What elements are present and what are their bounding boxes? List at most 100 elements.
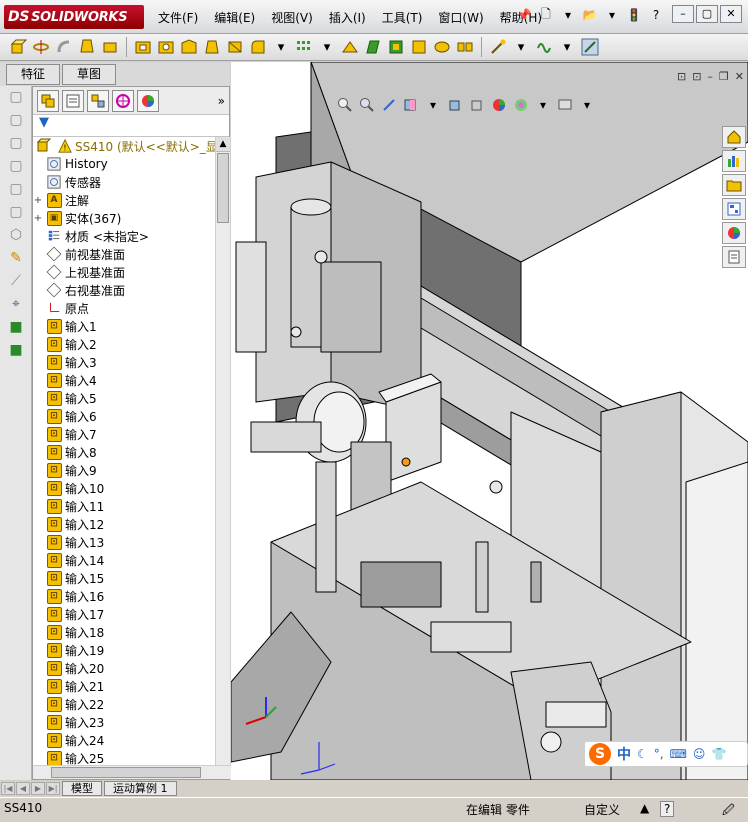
wrap-icon[interactable] (409, 37, 429, 57)
menu-window[interactable]: 窗口(W) (430, 9, 491, 26)
tab-motion-study[interactable]: 运动算例 1 (104, 780, 177, 796)
mirror-icon[interactable] (455, 37, 475, 57)
tree-node-input[interactable]: ⊡ 输入14 (33, 551, 215, 569)
file-explorer-icon[interactable] (722, 174, 746, 196)
dropdown-arrow-icon[interactable]: ▾ (317, 37, 337, 57)
scrollbar-thumb[interactable] (51, 767, 201, 778)
close-button[interactable]: ✕ (720, 5, 742, 23)
tree-node-input[interactable]: ⊡ 输入13 (33, 533, 215, 551)
tree-node[interactable]: + ▣ 实体(367) (33, 209, 215, 227)
tree-root[interactable]: ! SS410 (默认<<默认>_显示 (33, 137, 215, 155)
move-entities-icon[interactable]: ⌖ (5, 296, 27, 316)
display-manager-icon[interactable] (137, 89, 159, 112)
ime-language-toggle[interactable]: 中 (617, 744, 631, 764)
filter-icon[interactable]: ▼ (39, 115, 49, 130)
skin-icon[interactable]: 👕 (711, 747, 726, 761)
tree-node-input[interactable]: ⊡ 输入6 (33, 407, 215, 425)
dropdown-arrow-icon[interactable]: ▾ (271, 37, 291, 57)
previous-view-icon[interactable] (380, 96, 398, 114)
open-folder-icon[interactable]: 📂 (581, 6, 599, 24)
curves-icon[interactable] (534, 37, 554, 57)
tree-node-input[interactable]: ⊡ 输入15 (33, 569, 215, 587)
tile-horizontal-icon[interactable]: ⊡ (677, 70, 686, 83)
dropdown-arrow-icon[interactable]: ▾ (603, 6, 621, 24)
viewport-close-icon[interactable]: ✕ (735, 70, 744, 83)
cube-icon[interactable]: ▢ (5, 181, 27, 201)
tree-node-input[interactable]: ⊡ 输入8 (33, 443, 215, 461)
horizontal-scrollbar[interactable] (33, 765, 231, 779)
insert-part-icon[interactable]: ■ (5, 319, 27, 339)
instant3d-icon[interactable] (580, 37, 600, 57)
dropdown-arrow-icon[interactable]: ▾ (559, 6, 577, 24)
tree-filter[interactable]: ▼ (33, 115, 229, 137)
vertical-scrollbar[interactable]: ▲ (215, 137, 230, 765)
swept-cut-icon[interactable] (179, 37, 199, 57)
cube-icon[interactable]: ▢ (5, 135, 27, 155)
tree-node-input[interactable]: ⊡ 输入16 (33, 587, 215, 605)
tab-features[interactable]: 特征 (6, 64, 60, 85)
shell-icon[interactable] (386, 37, 406, 57)
cube-icon[interactable]: ▢ (5, 158, 27, 178)
edit-sketch-icon[interactable]: ✎ (5, 250, 27, 270)
tree-node[interactable]: 右视基准面 (33, 281, 215, 299)
next-tab-icon[interactable]: ▶ (31, 781, 45, 795)
maximize-button[interactable]: ▢ (696, 5, 718, 23)
tree-node-input[interactable]: ⊡ 输入3 (33, 353, 215, 371)
last-tab-icon[interactable]: ▶| (46, 781, 60, 795)
custom-properties-icon[interactable] (722, 246, 746, 268)
tree-node-input[interactable]: ⊡ 输入17 (33, 605, 215, 623)
tree-node-input[interactable]: ⊡ 输入9 (33, 461, 215, 479)
tree-node-input[interactable]: ⊡ 输入19 (33, 641, 215, 659)
extrude-boss-icon[interactable] (8, 37, 28, 57)
tree-node[interactable]: 材质 <未指定> (33, 227, 215, 245)
tree-node[interactable]: History (33, 155, 215, 173)
loft-icon[interactable] (77, 37, 97, 57)
help-icon[interactable]: ? (647, 6, 665, 24)
lofted-cut-icon[interactable] (202, 37, 222, 57)
boundary-cut-icon[interactable] (225, 37, 245, 57)
combine-icon[interactable]: ■ (5, 342, 27, 362)
tree-node-input[interactable]: ⊡ 输入24 (33, 731, 215, 749)
tree-node[interactable]: 上视基准面 (33, 263, 215, 281)
dropdown-arrow-icon[interactable]: ▾ (534, 96, 552, 114)
extrude-cut-icon[interactable] (133, 37, 153, 57)
fillet-icon[interactable] (248, 37, 268, 57)
tree-node-input[interactable]: ⊡ 输入22 (33, 695, 215, 713)
dropdown-arrow-icon[interactable]: ▾ (578, 96, 596, 114)
solidworks-logo[interactable]: DS SOLIDWORKS (4, 5, 144, 29)
dropdown-arrow-icon[interactable]: ▾ (424, 96, 442, 114)
revolve-cut-icon[interactable] (156, 37, 176, 57)
zoom-to-fit-icon[interactable] (336, 96, 354, 114)
tree-node-input[interactable]: ⊡ 输入20 (33, 659, 215, 677)
apply-scene-icon[interactable] (512, 96, 530, 114)
punctuation-icon[interactable]: °, (654, 747, 664, 761)
tree-node-input[interactable]: ⊡ 输入11 (33, 497, 215, 515)
cube-icon[interactable]: ⬡ (5, 227, 27, 247)
rib-icon[interactable] (340, 37, 360, 57)
design-library-icon[interactable] (722, 150, 746, 172)
edit-appearance-icon[interactable] (490, 96, 508, 114)
tree-node[interactable]: 原点 (33, 299, 215, 317)
tab-sketch[interactable]: 草图 (62, 64, 116, 85)
tree-node-input[interactable]: ⊡ 输入25 (33, 749, 215, 765)
property-manager-icon[interactable] (62, 89, 84, 112)
smart-dimension-icon[interactable]: ⟋ (5, 273, 27, 293)
minimize-button[interactable]: – (672, 5, 694, 23)
solidworks-resources-icon[interactable] (722, 126, 746, 148)
expand-toggle-icon[interactable]: + (33, 195, 43, 206)
view-settings-icon[interactable] (556, 96, 574, 114)
configuration-manager-icon[interactable] (87, 89, 109, 112)
dropdown-arrow-icon[interactable]: ▾ (511, 37, 531, 57)
tree-node-input[interactable]: ⊡ 输入12 (33, 515, 215, 533)
menu-file[interactable]: 文件(F) (150, 9, 206, 26)
revolve-icon[interactable] (31, 37, 51, 57)
reference-geometry-icon[interactable] (488, 37, 508, 57)
cube-icon[interactable]: ▢ (5, 204, 27, 224)
first-tab-icon[interactable]: |◀ (1, 781, 15, 795)
menu-edit[interactable]: 编辑(E) (206, 9, 263, 26)
cube-icon[interactable]: ▢ (5, 112, 27, 132)
tree-node-input[interactable]: ⊡ 输入5 (33, 389, 215, 407)
status-units[interactable]: 自定义 (584, 801, 620, 818)
keyboard-icon[interactable]: ⌨ (670, 747, 687, 761)
boundary-icon[interactable] (100, 37, 120, 57)
